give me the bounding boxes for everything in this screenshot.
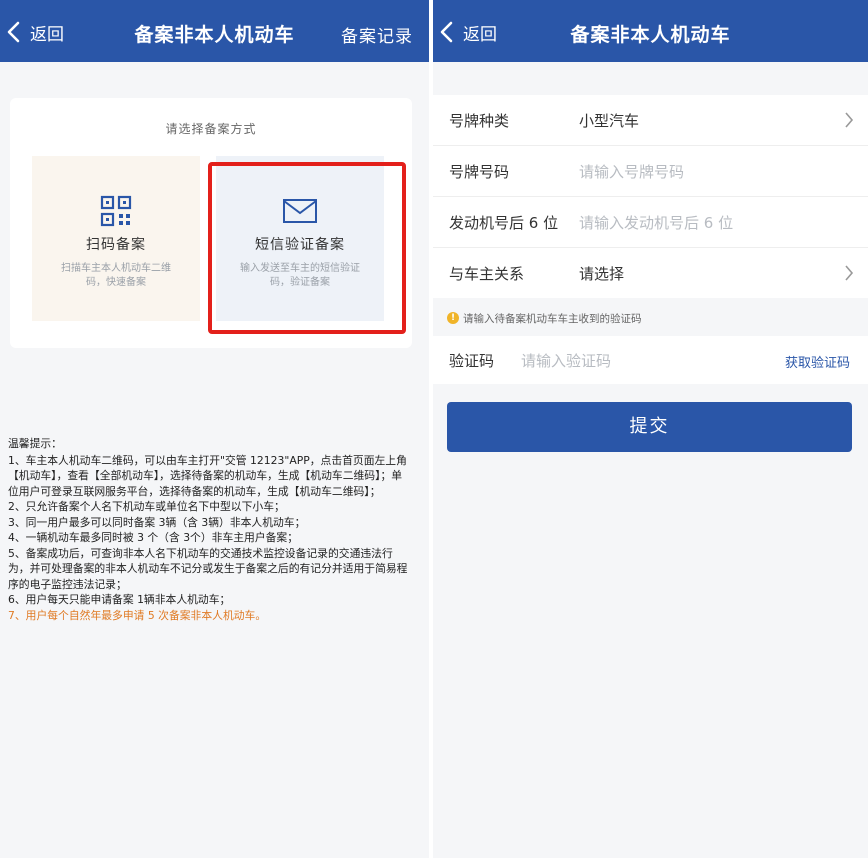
plate-number-row: 号牌号码 请输入号牌号码 (433, 146, 868, 197)
vehicle-form: 号牌种类 小型汽车 号牌号码 请输入号牌号码 发动机号后 6 位 请输入发动机号… (433, 95, 868, 298)
verify-code-input[interactable]: 请输入验证码 (521, 350, 611, 371)
plate-type-row[interactable]: 号牌种类 小型汽车 (433, 95, 868, 146)
verify-code-row: 验证码 请输入验证码 获取验证码 (433, 336, 868, 384)
plate-number-label: 号牌号码 (449, 163, 510, 181)
owner-relation-row[interactable]: 与车主关系 请选择 (433, 248, 868, 298)
get-code-button[interactable]: 获取验证码 (785, 352, 850, 371)
engine-number-input[interactable]: 请输入发动机号后 6 位 (579, 212, 733, 233)
page-title: 备案非本人机动车 (570, 24, 731, 46)
chevron-right-icon (845, 265, 854, 281)
tip-item-highlighted: 7、用户每个自然年最多申请 5 次备案非本人机动车。 (8, 608, 267, 622)
notice-text: 请输入待备案机动车车主收到的验证码 (463, 313, 642, 325)
qr-code-icon (32, 194, 200, 228)
plate-type-value: 小型汽车 (579, 112, 640, 130)
scan-code-label: 扫码备案 (86, 237, 146, 253)
tip-item: 5、备案成功后，可查询非本人名下机动车的交通技术监控设备记录的交通违法行为，并可… (8, 546, 408, 591)
filing-records-link[interactable]: 备案记录 (341, 22, 413, 47)
engine-number-label: 发动机号后 6 位 (449, 214, 559, 232)
highlight-frame (208, 162, 406, 334)
nav-bar: 返回 备案非本人机动车 备案记录 (0, 0, 429, 62)
warning-icon: ! (447, 312, 459, 324)
scan-code-desc: 扫描车主本人机动车二维码，快速备案 (61, 263, 171, 288)
choose-method-title: 请选择备案方式 (165, 122, 257, 136)
chevron-right-icon (845, 112, 854, 128)
plate-type-label: 号牌种类 (449, 112, 510, 130)
right-screen: 返回 备案非本人机动车 号牌种类 小型汽车 号牌号码 请输入号牌号码 发动机号后… (433, 0, 868, 858)
plate-number-input[interactable]: 请输入号牌号码 (579, 161, 684, 182)
tips-section: 温馨提示： 1、车主本人机动车二维码，可以由车主打开"交管 12123"APP，… (8, 436, 412, 623)
owner-relation-value: 请选择 (579, 265, 625, 283)
scan-code-option[interactable]: 扫码备案 扫描车主本人机动车二维码，快速备案 (32, 156, 200, 321)
tip-item: 1、车主本人机动车二维码，可以由车主打开"交管 12123"APP，点击首页面左… (8, 453, 407, 498)
verify-code-label: 验证码 (449, 352, 495, 370)
engine-number-row: 发动机号后 6 位 请输入发动机号后 6 位 (433, 197, 868, 248)
owner-relation-label: 与车主关系 (449, 265, 525, 283)
tip-item: 6、用户每天只能申请备案 1辆非本人机动车； (8, 593, 231, 606)
tip-item: 2、只允许备案个人名下机动车或单位名下中型以下小车； (8, 500, 285, 513)
nav-bar: 返回 备案非本人机动车 (433, 0, 868, 62)
verification-notice: ! 请输入待备案机动车车主收到的验证码 (433, 301, 868, 335)
submit-button[interactable]: 提交 (447, 402, 852, 452)
tip-item: 4、一辆机动车最多同时被 3 个（含 3个）非车主用户备案； (8, 531, 299, 544)
tips-title: 温馨提示： (8, 437, 62, 450)
tip-item: 3、同一用户最多可以同时备案 3辆（含 3辆）非本人机动车； (8, 515, 306, 529)
left-screen: 返回 备案非本人机动车 备案记录 请选择备案方式 扫码备案 扫描车主本人机动车二… (0, 0, 429, 858)
